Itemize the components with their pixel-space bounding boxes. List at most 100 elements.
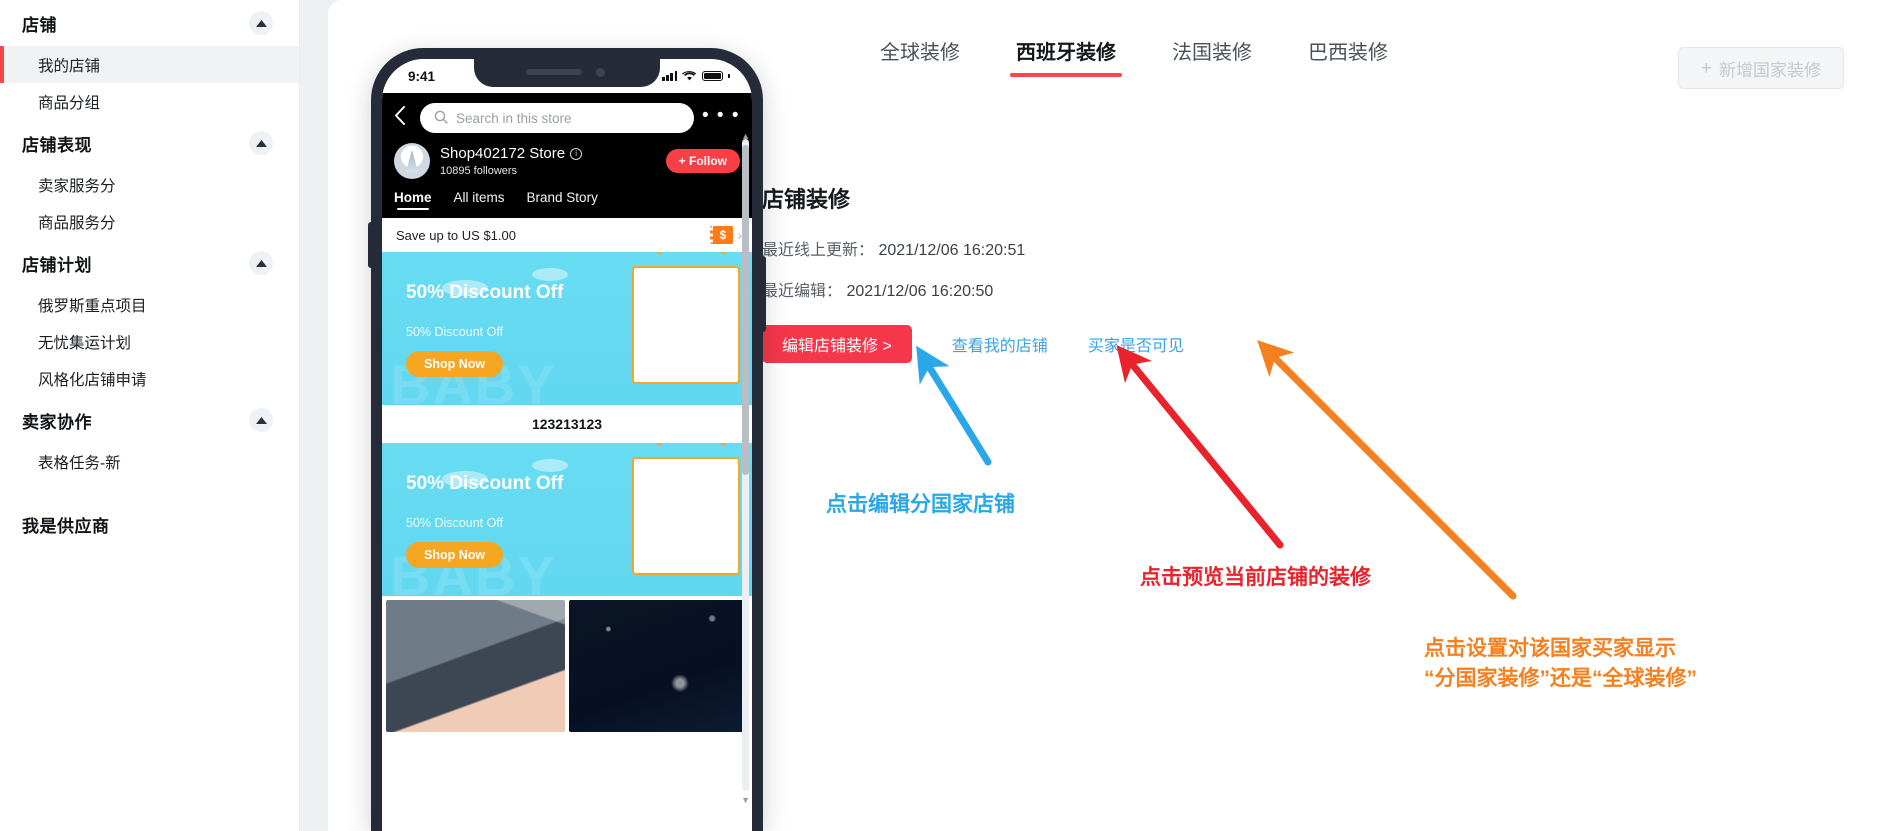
search-placeholder: Search in this store [456, 110, 572, 126]
speaker-icon [526, 69, 582, 75]
store-header: Search in this store • • • Shop402172 St… [382, 93, 752, 218]
view-my-store-link[interactable]: 查看我的店铺 [952, 332, 1048, 356]
grid-image-space[interactable] [569, 600, 748, 732]
sidebar: 店铺 我的店铺 商品分组 店铺表现 卖家服务分 商品服务分 店铺计划 俄罗斯重点… [0, 0, 300, 831]
sidebar-group-title: 店铺 [22, 15, 57, 35]
store-tab-brand-story[interactable]: Brand Story [527, 190, 598, 210]
sidebar-group-title: 店铺表现 [22, 135, 92, 155]
chevron-up-icon[interactable] [249, 11, 273, 35]
scroll-up-icon[interactable]: ▲ [741, 131, 750, 141]
store-followers: 10895 followers [440, 165, 518, 177]
phone-notch [474, 59, 660, 87]
sidebar-item-styled-store-application[interactable]: 风格化店铺申请 [0, 360, 299, 397]
sidebar-item-russia-key-project[interactable]: 俄罗斯重点项目 [0, 286, 299, 323]
promo-banner[interactable]: BABY 50% Discount Off 50% Discount Off S… [382, 252, 752, 405]
page-title: 店铺装修 [762, 187, 851, 212]
banner-product-photo [632, 266, 740, 384]
store-name: Shop402172 Store [440, 145, 566, 162]
sidebar-item-my-store[interactable]: 我的店铺 [0, 46, 299, 83]
store-name-row: Shop402172 Store i [440, 145, 583, 162]
coupon-bar[interactable]: Save up to US $1.00 $ › [382, 218, 752, 252]
image-grid [382, 596, 752, 732]
preview-scrollbar-thumb[interactable] [742, 145, 749, 475]
hanger-icon [721, 443, 726, 445]
last-online-update-row: 最近线上更新： 2021/12/06 16:20:51 [762, 236, 1184, 260]
tab-label: 西班牙装修 [1016, 42, 1116, 64]
info-icon[interactable]: i [570, 147, 583, 160]
status-time: 9:41 [408, 68, 436, 84]
scroll-down-icon[interactable]: ▼ [741, 795, 750, 805]
cloud-icon [532, 459, 568, 472]
annotation-orange-line2: “分国家装修”还是“全球装修” [1424, 667, 1697, 691]
back-arrow-icon[interactable] [394, 106, 412, 130]
plus-icon: + [1700, 57, 1712, 79]
store-decoration-info: 店铺装修 最近线上更新： 2021/12/06 16:20:51 最近编辑： 2… [762, 182, 1184, 363]
banner-title: 50% Discount Off [406, 473, 564, 494]
sidebar-group-title: 我是供应商 [22, 516, 110, 536]
store-identity-row: Shop402172 Store i 10895 followers + Fol… [394, 143, 740, 179]
coupon-chip-icon: $ [709, 226, 734, 244]
chevron-up-icon[interactable] [249, 251, 273, 275]
status-indicators [662, 69, 730, 84]
follow-button[interactable]: + Follow [665, 149, 740, 173]
sidebar-group-i-am-supplier[interactable]: 我是供应商 [0, 498, 299, 550]
shop-now-button[interactable]: Shop Now [406, 542, 504, 568]
last-edit-label: 最近编辑： [762, 283, 843, 300]
promo-banner[interactable]: BABY 50% Discount Off 50% Discount Off S… [382, 443, 752, 596]
sidebar-group-store-plan[interactable]: 店铺计划 [0, 240, 299, 286]
banner-title: 50% Discount Off [406, 282, 564, 303]
grid-image-anime[interactable] [386, 600, 565, 732]
annotation-red-text: 点击预览当前店铺的装修 [1140, 566, 1371, 589]
camera-icon [596, 68, 605, 77]
chevron-up-icon[interactable] [249, 131, 273, 155]
app-root: 店铺 我的店铺 商品分组 店铺表现 卖家服务分 商品服务分 店铺计划 俄罗斯重点… [0, 0, 1892, 831]
phone-app-body: Search in this store • • • Shop402172 St… [382, 93, 752, 831]
sidebar-item-label: 我的店铺 [38, 57, 101, 75]
tab-label: 巴西装修 [1308, 42, 1388, 64]
decoration-actions: 编辑店铺装修 > 查看我的店铺 买家是否可见 [762, 325, 1184, 363]
more-options-icon[interactable]: • • • [702, 106, 740, 130]
tab-label: 法国装修 [1172, 42, 1252, 64]
store-avatar [394, 143, 430, 179]
coupon-right: $ › [709, 226, 742, 244]
tab-global-decoration[interactable]: 全球装修 [852, 36, 988, 79]
store-tab-all-items[interactable]: All items [454, 190, 505, 210]
chevron-up-icon[interactable] [249, 408, 273, 432]
banner-subtitle: 50% Discount Off [406, 325, 504, 339]
search-icon [434, 110, 448, 127]
search-row: Search in this store • • • [394, 103, 740, 133]
sidebar-group-store-performance[interactable]: 店铺表现 [0, 120, 299, 166]
sidebar-item-product-group[interactable]: 商品分组 [0, 83, 299, 120]
custom-text-block: 123213123 [382, 405, 752, 443]
country-decoration-tabs: 全球装修 西班牙装修 法国装修 巴西装修 [852, 36, 1416, 79]
add-country-decoration-button[interactable]: + 新增国家装修 [1677, 47, 1844, 89]
sidebar-item-label: 风格化店铺申请 [38, 371, 147, 389]
edit-store-decoration-button[interactable]: 编辑店铺装修 > [762, 325, 912, 363]
hanger-icon [721, 252, 726, 254]
tab-spain-decoration[interactable]: 西班牙装修 [988, 36, 1144, 79]
sidebar-item-label: 表格任务-新 [38, 454, 121, 472]
sidebar-group-store[interactable]: 店铺 [0, 0, 299, 46]
tab-label: 全球装修 [880, 42, 960, 64]
signal-icon [662, 71, 678, 81]
sidebar-item-label: 卖家服务分 [38, 177, 116, 195]
shop-now-button[interactable]: Shop Now [406, 351, 504, 377]
coupon-text: Save up to US $1.00 [396, 227, 516, 243]
sidebar-item-worryfree-consolidation[interactable]: 无忧集运计划 [0, 323, 299, 360]
sidebar-item-label: 俄罗斯重点项目 [38, 297, 147, 315]
tab-france-decoration[interactable]: 法国装修 [1144, 36, 1280, 79]
annotation-orange-line1: 点击设置对该国家买家显示 [1424, 637, 1676, 660]
sidebar-item-product-service-score[interactable]: 商品服务分 [0, 203, 299, 240]
sidebar-item-seller-service-score[interactable]: 卖家服务分 [0, 166, 299, 203]
sidebar-group-seller-collaboration[interactable]: 卖家协作 [0, 397, 299, 443]
buyer-visibility-link[interactable]: 买家是否可见 [1088, 332, 1184, 356]
hanger-icon [657, 443, 662, 445]
tab-brazil-decoration[interactable]: 巴西装修 [1280, 36, 1416, 79]
sidebar-item-form-task-new[interactable]: 表格任务-新 [0, 443, 299, 480]
hanger-icon [657, 252, 662, 254]
store-tab-home[interactable]: Home [394, 190, 432, 210]
store-nav-tabs: Home All items Brand Story [394, 190, 740, 218]
store-search-input[interactable]: Search in this store [420, 103, 694, 133]
battery-icon [702, 71, 724, 81]
